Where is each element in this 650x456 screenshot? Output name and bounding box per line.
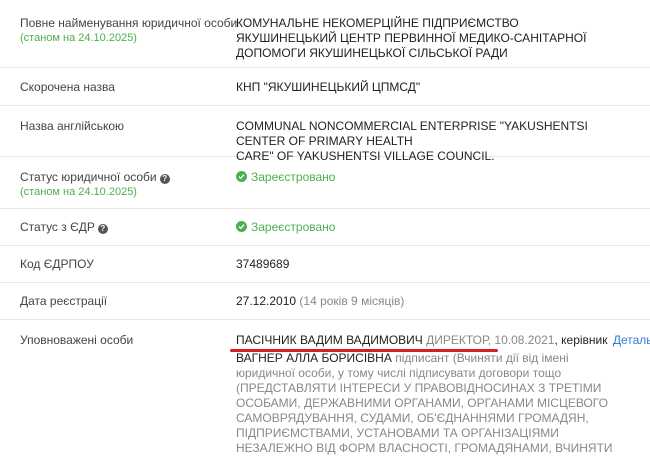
- person-name-wrapper: ПАСІЧНИК ВАДИМ ВАДИМОВИЧ: [236, 333, 423, 348]
- check-circle-icon: [236, 221, 247, 232]
- row-legal-status: Статус юридичної особи? (станом на 24.10…: [0, 157, 650, 209]
- legal-status-date: (станом на 24.10.2025): [20, 186, 137, 198]
- edr-status-label: Статус з ЄДР: [20, 220, 95, 234]
- person-name: ПАСІЧНИК ВАДИМ ВАДИМОВИЧ: [236, 333, 423, 347]
- person-role-line: САМОВРЯДУВАННЯ, СУДАМИ, ОБ'ЄДНАННЯМИ ГРО…: [236, 411, 589, 425]
- english-name-line: COMMUNAL NONCOMMERCIAL ENTERPRISE "YAKUS…: [236, 119, 588, 148]
- person-role-line: НЕЗАЛЕЖНО ВІД ФОРМ ВЛАСНОСТІ, ГРОМАДЯНАМ…: [236, 441, 613, 455]
- question-icon[interactable]: ?: [97, 224, 108, 234]
- row-full-name: Повне найменування юридичної особи (стан…: [0, 0, 650, 68]
- full-name-label: Повне найменування юридичної особи: [20, 16, 238, 30]
- person-role-line: ОСОБАМИ, ДЕРЖАВНИМИ ОРГАНАМИ, ОРГАНАМИ М…: [236, 396, 608, 410]
- edrpou-label: Код ЄДРПОУ: [20, 257, 94, 271]
- person-role: підписант (Вчиняти дії від імені: [395, 351, 569, 365]
- person-role: , керівник: [554, 333, 608, 347]
- person-role-line: юридичної особи, у тому числі підписуват…: [236, 366, 562, 380]
- legal-status-text: Зареєстровано: [251, 170, 336, 184]
- full-name-line: ДОПОМОГИ ЯКУШИНЕЦЬКОЇ СІЛЬСЬКОЇ РАДИ: [236, 46, 508, 60]
- person-entry: ВАГНЕР АЛЛА БОРИСІВНА підписант (Вчиняти…: [236, 351, 636, 456]
- registration-date-value: 27.12.2010 (14 років 9 місяців): [236, 294, 636, 309]
- edr-status-value: Зареєстровано: [236, 220, 636, 235]
- edr-status-label-group: Статус з ЄДР?: [20, 220, 108, 235]
- row-short-name: Скорочена назва КНП "ЯКУШИНЕЦЬКИЙ ЦПМСД": [0, 68, 650, 106]
- edrpou-value: 37489689: [236, 257, 290, 271]
- row-edrpou: Код ЄДРПОУ 37489689: [0, 246, 650, 283]
- short-name-value: КНП "ЯКУШИНЕЦЬКИЙ ЦПМСД": [236, 80, 421, 94]
- row-authorized-persons: Уповноважені особи ПАСІЧНИК ВАДИМ ВАДИМО…: [0, 320, 650, 455]
- row-english-name: Назва англійською COMMUNAL NONCOMMERCIAL…: [0, 106, 650, 163]
- check-circle-icon: [236, 171, 247, 182]
- short-name-label: Скорочена назва: [20, 80, 115, 94]
- edr-status-text: Зареєстровано: [251, 220, 336, 234]
- authorized-value: ПАСІЧНИК ВАДИМ ВАДИМОВИЧ ДИРЕКТОР, 10.08…: [230, 333, 650, 456]
- registration-date: 27.12.2010: [236, 294, 297, 308]
- person-position: ДИРЕКТОР, 10.08.2021: [426, 333, 555, 347]
- registration-date-label: Дата реєстрації: [20, 294, 108, 308]
- details-link[interactable]: Детальніше: [613, 333, 650, 347]
- legal-status-label-group: Статус юридичної особи? (станом на 24.10…: [20, 170, 170, 200]
- person-entry: ПАСІЧНИК ВАДИМ ВАДИМОВИЧ ДИРЕКТОР, 10.08…: [230, 333, 650, 352]
- question-icon[interactable]: ?: [159, 174, 170, 184]
- full-name-line: КОМУНАЛЬНЕ НЕКОМЕРЦІЙНЕ ПІДПРИЄМСТВО: [236, 16, 519, 30]
- legal-status-label: Статус юридичної особи: [20, 170, 157, 184]
- full-name-value: КОМУНАЛЬНЕ НЕКОМЕРЦІЙНЕ ПІДПРИЄМСТВО ЯКУ…: [236, 16, 636, 61]
- red-underline-annotation: [230, 349, 498, 352]
- full-name-line: ЯКУШИНЕЦЬКИЙ ЦЕНТР ПЕРВИННОЇ МЕДИКО-САНІ…: [236, 31, 587, 45]
- person-name: ВАГНЕР АЛЛА БОРИСІВНА: [236, 351, 392, 365]
- company-info-table: Повне найменування юридичної особи (стан…: [0, 0, 650, 455]
- full-name-status-date: (станом на 24.10.2025): [20, 32, 137, 44]
- legal-status-value: Зареєстровано: [236, 170, 636, 185]
- registration-age: (14 років 9 місяців): [299, 294, 405, 308]
- full-name-label-group: Повне найменування юридичної особи (стан…: [20, 16, 237, 46]
- authorized-label: Уповноважені особи: [20, 333, 134, 347]
- row-registration-date: Дата реєстрації 27.12.2010 (14 років 9 м…: [0, 283, 650, 320]
- row-edr-status: Статус з ЄДР? Зареєстровано: [0, 209, 650, 246]
- person-role-line: (ПРЕДСТАВЛЯТИ ІНТЕРЕСИ У ПРАВОВІДНОСИНАХ…: [236, 381, 602, 395]
- person-role-line: ПІДПРИЄМСТВАМИ, УСТАНОВАМИ ТА ОРГАНІЗАЦІ…: [236, 426, 559, 440]
- english-name-label: Назва англійською: [20, 119, 125, 133]
